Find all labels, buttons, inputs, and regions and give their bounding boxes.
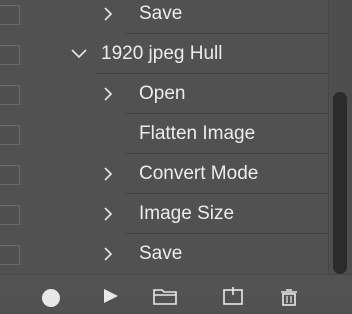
action-label: 1920 jpeg Hull [101, 43, 223, 64]
toggle-checkbox[interactable] [0, 205, 20, 225]
scrollbar-thumb[interactable] [333, 92, 347, 274]
action-step-row[interactable]: Save [24, 0, 328, 34]
action-step-row[interactable]: Image Size [24, 194, 328, 234]
action-step-label: Convert Mode [139, 163, 259, 184]
new-action-icon[interactable] [222, 287, 244, 310]
chevron-down-icon[interactable] [68, 34, 88, 74]
action-step-label: Open [139, 83, 186, 104]
action-step-row[interactable]: Open [24, 74, 328, 114]
action-step-label: Image Size [139, 203, 235, 224]
chevron-right-icon[interactable] [100, 234, 120, 274]
toggle-checkbox[interactable] [0, 165, 20, 185]
action-row[interactable]: 1920 jpeg Hull [24, 34, 328, 74]
action-step-row[interactable]: Flatten Image [24, 114, 328, 154]
toggle-column [0, 0, 24, 274]
chevron-right-icon[interactable] [100, 0, 120, 34]
chevron-right-icon[interactable] [100, 154, 120, 194]
delete-trash-icon[interactable] [278, 288, 300, 311]
action-step-label: Save [139, 243, 183, 264]
toggle-checkbox[interactable] [0, 125, 20, 145]
action-step-label: Save [139, 3, 183, 24]
toggle-checkbox[interactable] [0, 5, 20, 25]
actions-panel: Save 1920 jpeg Hull Open Flatten Image C… [0, 0, 352, 307]
action-step-row[interactable]: Convert Mode [24, 154, 328, 194]
record-icon[interactable] [40, 287, 62, 314]
actions-toolbar [0, 274, 352, 307]
chevron-right-icon[interactable] [100, 194, 120, 234]
toggle-checkbox[interactable] [0, 45, 20, 65]
new-set-folder-icon[interactable] [152, 287, 178, 310]
toggle-checkbox[interactable] [0, 85, 20, 105]
action-step-label: Flatten Image [139, 123, 256, 144]
action-list: Save 1920 jpeg Hull Open Flatten Image C… [24, 0, 328, 274]
action-step-row[interactable]: Save [24, 234, 328, 274]
play-icon[interactable] [102, 287, 120, 310]
chevron-right-icon[interactable] [100, 74, 120, 114]
toggle-checkbox[interactable] [0, 245, 20, 265]
